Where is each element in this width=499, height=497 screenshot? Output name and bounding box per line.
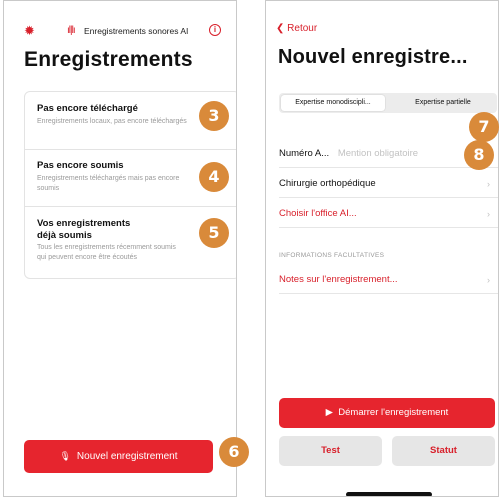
chevron-right-icon: ›: [487, 275, 490, 285]
recordings-card-list: Pas encore téléchargé Enregistrements lo…: [24, 91, 236, 279]
number-input[interactable]: Mention obligatoire: [338, 148, 418, 159]
expertise-segmented-control: Expertise monodiscipli... Expertise part…: [279, 93, 497, 113]
recordings-screen: ✹ ıl|lı Enregistrements sonores AI i Enr…: [3, 0, 237, 497]
page-title: Nouvel enregistre...: [278, 46, 468, 68]
card-not-submitted[interactable]: Pas encore soumis Enregistrements téléch…: [25, 149, 236, 207]
back-link[interactable]: ❮ Retour: [276, 23, 317, 35]
chevron-right-icon: ›: [487, 179, 490, 189]
new-recording-label: Nouvel enregistrement: [76, 451, 178, 462]
info-icon[interactable]: i: [209, 24, 221, 36]
page-title: Enregistrements: [24, 48, 193, 71]
specialty-value: Chirurgie orthopédique: [279, 178, 376, 189]
card-title: Vos enregistrements déjà soumis: [37, 218, 131, 241]
back-label: Retour: [287, 23, 318, 34]
notes-row[interactable]: Notes sur l'enregistrement... ›: [279, 267, 498, 294]
specialty-row[interactable]: Chirurgie orthopédique ›: [279, 171, 498, 198]
segment-monodisciplinary[interactable]: Expertise monodiscipli...: [281, 95, 385, 111]
chevron-left-icon: ❮: [276, 23, 285, 34]
number-label: Numéro A...: [279, 148, 330, 159]
card-not-uploaded[interactable]: Pas encore téléchargé Enregistrements lo…: [25, 92, 236, 150]
bug-icon[interactable]: ✹: [24, 23, 35, 39]
home-indicator: [346, 492, 432, 496]
callout-badge: 5: [199, 218, 229, 248]
optional-section-label: INFORMATIONS FACULTATIVES: [279, 252, 385, 259]
card-submitted[interactable]: Vos enregistrements déjà soumis Tous les…: [25, 206, 236, 278]
start-recording-button[interactable]: ▶ Démarrer l'enregistrement: [279, 398, 495, 428]
start-recording-label: Démarrer l'enregistrement: [338, 407, 449, 418]
new-recording-button[interactable]: 🎙 Nouvel enregistrement: [24, 440, 213, 473]
app-title: Enregistrements sonores AI: [84, 26, 189, 36]
test-button[interactable]: Test: [279, 436, 382, 466]
card-title: Pas encore téléchargé: [37, 103, 138, 114]
top-bar: ✹ ıl|lı Enregistrements sonores AI i: [4, 21, 236, 41]
new-recording-screen: ❮ Retour Nouvel enregistre... Expertise …: [265, 0, 499, 497]
card-title: Pas encore soumis: [37, 160, 124, 171]
status-button[interactable]: Statut: [392, 436, 495, 466]
segment-partial[interactable]: Expertise partielle: [389, 95, 497, 111]
callout-badge: 6: [219, 437, 249, 467]
notes-label: Notes sur l'enregistrement...: [279, 274, 398, 285]
callout-badge: 7: [469, 112, 499, 142]
callout-badge: 8: [464, 140, 494, 170]
choose-office-label: Choisir l'office AI...: [279, 208, 357, 219]
microphone-icon: 🎙: [59, 451, 71, 461]
card-description: Tous les enregistrements récemment soumi…: [37, 244, 176, 261]
play-icon: ▶: [325, 407, 333, 418]
office-row[interactable]: Choisir l'office AI... ›: [279, 201, 498, 228]
chevron-right-icon: ›: [487, 209, 490, 219]
callout-badge: 3: [199, 101, 229, 131]
soundwave-icon: ıl|lı: [67, 25, 76, 36]
callout-badge: 4: [199, 162, 229, 192]
card-description: Enregistrements locaux, pas encore téléc…: [37, 118, 187, 125]
card-description: Enregistrements téléchargés mais pas enc…: [37, 175, 180, 192]
